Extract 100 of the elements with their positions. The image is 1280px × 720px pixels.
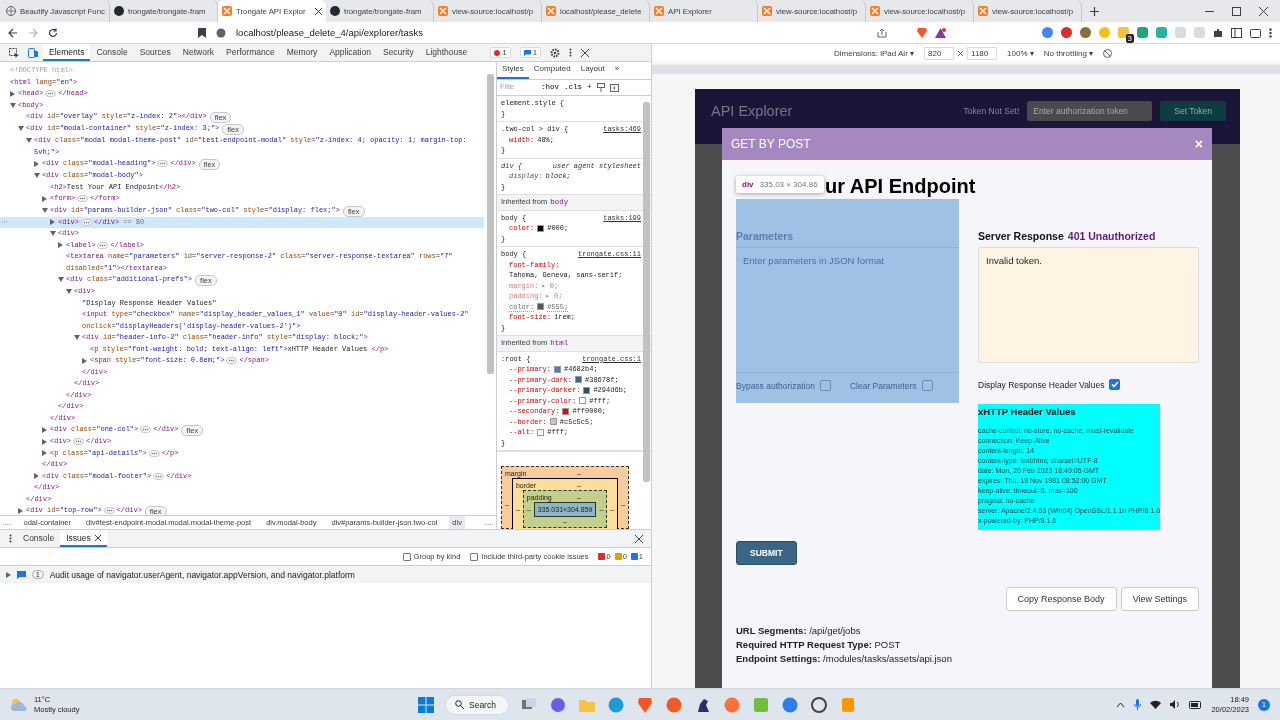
reload-icon[interactable] — [48, 27, 58, 38]
expand-arrow-icon[interactable] — [42, 195, 47, 202]
close-icon[interactable] — [581, 48, 590, 57]
set-token-button[interactable]: Set Token — [1160, 100, 1226, 121]
search-field[interactable]: Search — [445, 694, 509, 715]
devtools-tab[interactable]: Security — [376, 44, 420, 61]
menu-icon[interactable] — [1269, 27, 1272, 38]
expand-arrow-icon[interactable] — [18, 507, 23, 514]
collapsed-content-icon[interactable] — [81, 218, 92, 226]
devtools-tab[interactable]: Memory — [280, 44, 324, 61]
collapsed-content-icon[interactable] — [45, 90, 57, 97]
action-button[interactable]: View Settings — [1120, 587, 1199, 611]
share-icon[interactable] — [877, 27, 887, 38]
maximize-icon[interactable] — [1232, 6, 1241, 16]
throttling-dropdown[interactable]: No throttling ▾ — [1043, 48, 1094, 58]
submit-button[interactable]: SUBMIT — [736, 541, 797, 565]
more-tabs-button[interactable]: » — [609, 62, 625, 79]
collapse-arrow-icon[interactable] — [74, 335, 80, 341]
collapse-arrow-icon[interactable] — [42, 207, 48, 213]
panel-tab[interactable]: Layout — [575, 62, 610, 79]
inspect-icon[interactable] — [9, 47, 19, 58]
collapsed-content-icon[interactable] — [73, 438, 84, 445]
menu-icon[interactable] — [9, 534, 12, 543]
speaker-icon[interactable] — [1170, 700, 1181, 709]
expand-arrow-icon[interactable] — [50, 219, 55, 226]
panel-tab[interactable]: Styles — [497, 62, 529, 79]
collapsed-content-icon[interactable] — [97, 241, 109, 249]
collapsed-content-icon[interactable] — [226, 357, 238, 364]
response-field[interactable]: Invalid token. — [978, 247, 1199, 363]
drawer-tab[interactable]: Issues — [60, 530, 107, 547]
devtools-tab[interactable]: Lighthouse — [419, 44, 474, 61]
device-toggle-icon[interactable] — [28, 47, 38, 58]
close-icon[interactable] — [635, 534, 643, 543]
checkbox[interactable] — [402, 552, 411, 561]
close-icon[interactable] — [1259, 6, 1268, 16]
panel-tab[interactable]: Computed — [528, 62, 576, 79]
expand-arrow-icon[interactable] — [58, 242, 63, 249]
width-field[interactable]: 820 — [924, 46, 955, 60]
error-count[interactable]: 1 — [490, 47, 511, 58]
devtools-tab[interactable]: Network — [176, 44, 220, 61]
close-icon[interactable] — [315, 7, 322, 15]
color-swatch[interactable] — [537, 224, 545, 232]
collapsed-content-icon[interactable] — [157, 160, 169, 167]
wifi-icon[interactable] — [1150, 700, 1162, 709]
drawer-tab[interactable]: Console — [17, 530, 61, 547]
color-swatch[interactable] — [549, 418, 557, 426]
color-swatch[interactable] — [554, 365, 561, 373]
address-field[interactable]: localhost/please_delete_4/api/explorer/tasks — [236, 27, 423, 38]
checkbox[interactable] — [470, 552, 479, 561]
chevron-up-icon[interactable] — [1116, 701, 1126, 708]
menu-icon[interactable] — [569, 48, 573, 57]
expand-arrow-icon[interactable] — [6, 571, 11, 578]
windows-logo-icon[interactable] — [418, 696, 434, 713]
color-swatch[interactable] — [583, 386, 591, 394]
checkbox[interactable] — [1109, 379, 1121, 390]
collapsed-content-icon[interactable] — [153, 472, 165, 480]
rotate-icon[interactable] — [1103, 48, 1113, 58]
checkbox[interactable] — [819, 380, 831, 391]
triangle-icon[interactable] — [935, 27, 946, 38]
sidebar-toggle-icon[interactable] — [609, 83, 619, 92]
action-button[interactable]: Copy Response Body — [1005, 587, 1117, 611]
bookmark-icon[interactable] — [198, 27, 206, 38]
zoom-dropdown[interactable]: 100% ▾ — [1007, 48, 1034, 58]
microphone-icon[interactable] — [1134, 699, 1142, 710]
collapse-arrow-icon[interactable] — [50, 231, 56, 237]
color-swatch[interactable] — [537, 303, 545, 311]
device-dropdown[interactable]: Dimensions: iPad Air ▾ — [834, 48, 915, 58]
new-tab-icon[interactable] — [1090, 6, 1099, 16]
back-arrow-icon[interactable] — [8, 27, 18, 38]
devtools-tab[interactable]: Sources — [133, 44, 177, 61]
sidebar-icon[interactable] — [1231, 27, 1242, 38]
info-count[interactable]: 1 — [519, 47, 542, 58]
close-icon[interactable] — [94, 534, 101, 541]
expand-arrow-icon[interactable] — [34, 160, 39, 167]
collapsed-content-icon[interactable] — [140, 426, 152, 433]
expand-arrow-icon[interactable] — [82, 357, 87, 364]
devtools-tab[interactable]: Application — [323, 44, 377, 61]
color-swatch[interactable] — [579, 397, 587, 405]
settings-icon[interactable] — [550, 47, 561, 58]
color-swatch[interactable] — [562, 407, 570, 415]
token-field[interactable]: Enter authorization token — [1027, 100, 1153, 121]
expand-arrow-icon[interactable] — [34, 473, 39, 480]
inspect-tooltip: div 335.03 × 304.86 — [736, 176, 824, 193]
height-field[interactable]: 1180 — [967, 46, 998, 60]
checkbox[interactable] — [921, 380, 933, 391]
battery-icon[interactable] — [1189, 700, 1203, 709]
color-swatch[interactable] — [537, 428, 545, 436]
expand-arrow-icon[interactable] — [10, 90, 15, 97]
circle-icon[interactable] — [809, 695, 828, 714]
collapse-arrow-icon[interactable] — [34, 173, 40, 179]
devtools-tab[interactable]: Performance — [220, 44, 281, 61]
devtools-tab[interactable]: Console — [90, 44, 134, 61]
extension-icon[interactable] — [1118, 27, 1129, 38]
color-swatch[interactable] — [575, 376, 582, 384]
devtools-tab[interactable]: Elements — [43, 44, 91, 61]
collapsed-content-icon[interactable] — [103, 507, 115, 514]
collapsed-content-icon[interactable] — [148, 449, 160, 457]
collapsed-content-icon[interactable] — [77, 195, 89, 202]
paint-roller-icon[interactable] — [596, 83, 605, 92]
collapse-arrow-icon[interactable] — [10, 102, 16, 108]
